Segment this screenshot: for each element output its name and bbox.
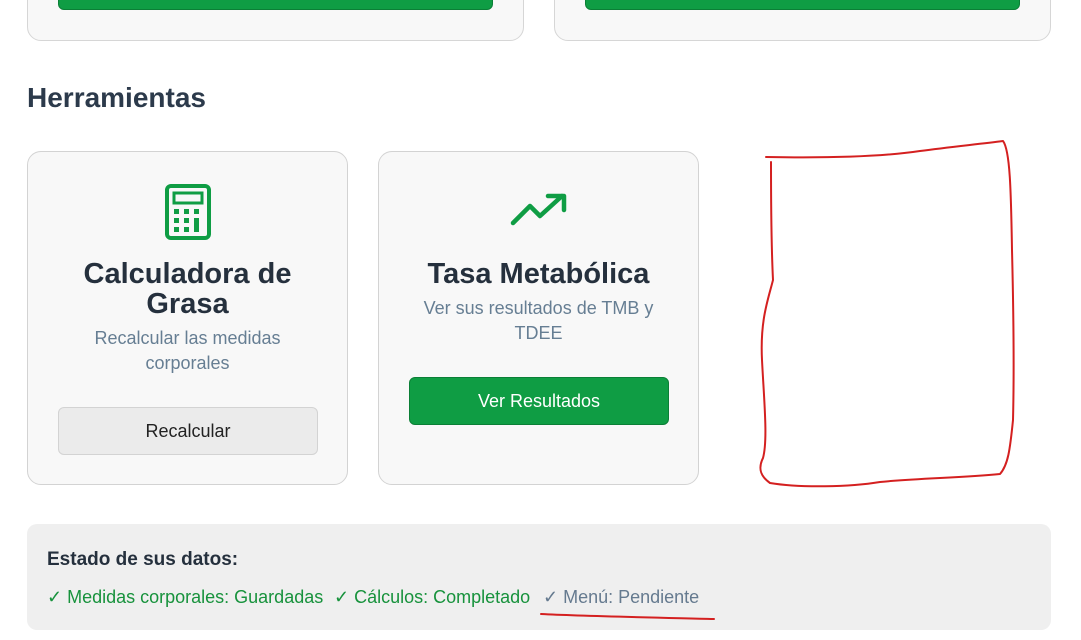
ver-resultados-button[interactable]: Ver Resultados (409, 377, 669, 425)
status-item-medidas: ✓ Medidas corporales: Guardadas (47, 587, 324, 607)
tool-title: Tasa Metabólica (427, 258, 650, 290)
status-item-menu: ✓ Menú: Pendiente (543, 587, 700, 607)
page: Herramientas Calculadora de Grasa Recalc (0, 0, 1081, 640)
calculator-icon (164, 184, 211, 245)
red-rectangle-annotation (759, 140, 1015, 488)
data-status-panel: Estado de sus datos: ✓ Medidas corporale… (27, 524, 1051, 630)
previous-card-right (554, 0, 1051, 41)
status-item-calculos: ✓ Cálculos: Completado (334, 587, 531, 607)
status-title: Estado de sus datos: (47, 549, 239, 570)
tool-description: Recalcular las medidas corporales (94, 328, 281, 373)
tool-description: Ver sus resultados de TMB y TDEE (423, 298, 654, 343)
tool-card-tasa: Tasa Metabólica Ver sus resultados de TM… (378, 151, 699, 485)
section-title: Herramientas (27, 82, 206, 113)
previous-card-left-button[interactable] (58, 0, 493, 10)
tool-card-grasa: Calculadora de Grasa Recalcular las medi… (27, 151, 348, 485)
previous-card-right-button[interactable] (585, 0, 1020, 10)
tool-title: Calculadora de Grasa (83, 258, 292, 320)
trending-up-icon (510, 192, 568, 233)
previous-card-left (27, 0, 524, 41)
recalcular-button[interactable]: Recalcular (58, 407, 318, 455)
